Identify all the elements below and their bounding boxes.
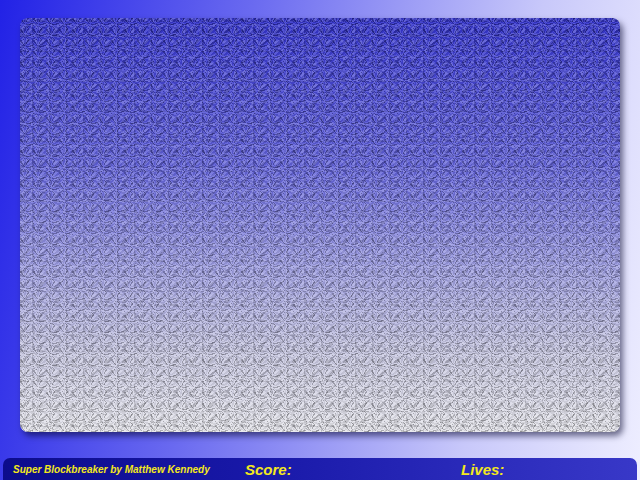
play-field[interactable] <box>20 18 620 432</box>
status-bar: Super Blockbreaker by Matthew KennedySco… <box>3 458 637 480</box>
game-screen: Super Blockbreaker by Matthew KennedySco… <box>0 0 640 480</box>
score-label: Score: <box>245 461 461 478</box>
field-texture <box>20 18 620 432</box>
credit-text: Super Blockbreaker by Matthew Kennedy <box>13 464 245 475</box>
lives-label: Lives: <box>461 461 504 478</box>
